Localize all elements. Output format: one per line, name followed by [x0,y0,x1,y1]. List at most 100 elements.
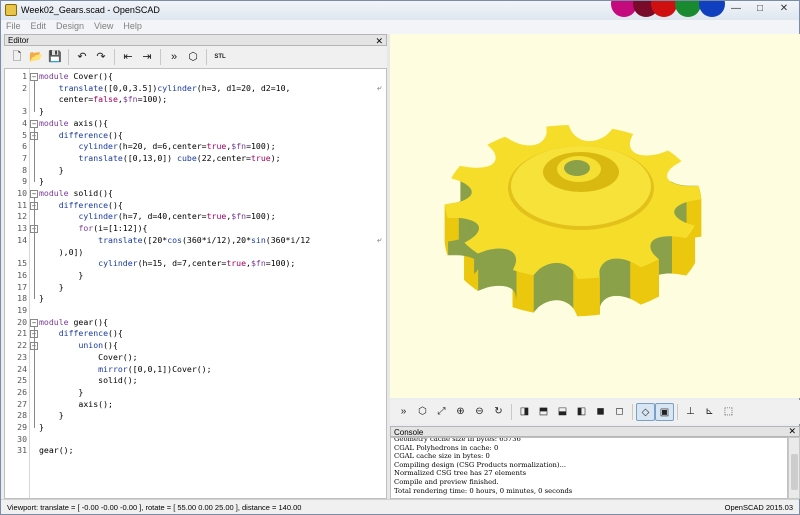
code-line[interactable]: translate([0,13,0]) cube(22,center=true)… [39,153,280,163]
menu-edit[interactable]: Edit [26,20,52,32]
render-icon[interactable]: ⬡ [413,403,432,421]
code-line[interactable]: difference(){ [39,200,123,210]
toolbar-separator [114,49,115,65]
preview-icon[interactable]: » [165,48,183,66]
redo-icon[interactable]: ↷ [92,48,110,66]
line-number: 9 [22,176,27,187]
code-line[interactable]: difference(){ [39,328,123,338]
show-scale-icon[interactable]: ⊾ [700,403,719,421]
viewer-toolbar: » ⬡ ⤢ ⊕ ⊖ ↻ ◨ ⬒ ⬓ ◧ ◼ ◻ ◇ ▣ ⊥ ⊾ ⬚ [390,400,800,424]
code-line[interactable]: translate([20*cos(360*i/12),20*sin(360*i… [39,235,310,245]
code-line[interactable]: gear(); [39,445,74,455]
code-line[interactable]: Cover(); [39,352,137,362]
code-line[interactable]: center=false,$fn=100); [39,94,168,104]
code-line[interactable]: module axis(){ [39,118,108,128]
code-line[interactable]: union(){ [39,340,117,350]
view-all-icon[interactable]: ⤢ [432,403,451,421]
code-line[interactable]: module Cover(){ [39,71,113,81]
gear-side-face [577,278,580,317]
decor-ball [699,1,725,17]
code-line[interactable]: module solid(){ [39,188,113,198]
console-output[interactable]: Geometry cache size in bytes: 65736 CGAL … [390,437,788,499]
undo-icon[interactable]: ↶ [73,48,91,66]
fold-toggle-icon[interactable]: − [30,190,38,198]
code-line[interactable]: } [39,165,64,175]
fold-toggle-icon[interactable]: − [30,73,38,81]
code-line[interactable]: module gear(){ [39,317,108,327]
unindent-icon[interactable]: ⇤ [119,48,137,66]
gear-side-face [691,198,702,239]
code-line[interactable]: } [39,422,44,432]
code-line[interactable]: } [39,293,44,303]
minimize-button[interactable]: — [725,2,747,16]
app-window: Week02_Gears.scad - OpenSCAD — □ ✕ File E… [0,0,800,515]
editor-close-icon[interactable]: ✕ [375,35,383,47]
title-bar[interactable]: Week02_Gears.scad - OpenSCAD — □ ✕ [1,1,799,20]
3d-viewport[interactable] [390,34,800,398]
line-number: 21 [17,328,27,339]
menu-help[interactable]: Help [118,20,147,32]
code-line[interactable]: cylinder(h=20, d=6,center=true,$fn=100); [39,141,275,151]
preview-icon[interactable]: » [394,403,413,421]
code-line[interactable]: axis(); [39,399,113,409]
console-line: CGAL cache size in bytes: 0 [394,452,490,461]
zoom-out-icon[interactable]: ⊖ [470,403,489,421]
reset-view-icon[interactable]: ↻ [489,403,508,421]
code-line[interactable]: for(i=[1:12]){ [39,223,147,233]
code-line[interactable]: } [39,410,64,420]
line-number: 11 [17,199,27,210]
save-file-icon[interactable]: 💾 [46,48,64,66]
new-file-icon[interactable]: 🗋 [8,48,26,66]
scroll-thumb[interactable] [791,454,798,490]
line-number: 23 [17,351,27,362]
gear-side-face [590,277,594,316]
code-line[interactable]: cylinder(h=7, d=40,center=true,$fn=100); [39,211,275,221]
zoom-in-icon[interactable]: ⊕ [451,403,470,421]
console-scrollbar[interactable] [788,437,800,499]
code-line[interactable]: ),0]) [39,247,84,257]
code-line[interactable]: difference(){ [39,130,123,140]
console-close-icon[interactable]: ✕ [788,426,796,437]
indent-icon[interactable]: ⇥ [138,48,156,66]
code-line[interactable]: solid(); [39,375,137,385]
code-line[interactable]: } [39,106,44,116]
line-number: 1 [22,71,27,81]
maximize-button[interactable]: □ [749,2,771,16]
code-line[interactable]: } [39,176,44,186]
code-line[interactable]: } [39,387,83,397]
open-file-icon[interactable]: 📂 [27,48,45,66]
line-number: 28 [17,410,27,421]
code-line[interactable]: translate([0,0,3.5])cylinder(h=3, d1=20,… [39,83,291,93]
perspective-icon[interactable]: ◇ [636,403,655,421]
code-line[interactable]: cylinder(h=15, d=7,center=true,$fn=100); [39,258,295,268]
view-left-icon[interactable]: ◧ [572,403,591,421]
view-bottom-icon[interactable]: ⬓ [553,403,572,421]
view-front-icon[interactable]: ◼ [591,403,610,421]
render-icon[interactable]: ⬡ [184,48,202,66]
close-button[interactable]: ✕ [773,2,795,16]
fold-toggle-icon[interactable]: − [30,318,38,327]
export-stl-icon[interactable]: STL [211,48,229,66]
window-title: Week02_Gears.scad - OpenSCAD [21,5,160,15]
code-editor[interactable]: 1− module Cover(){2 translate([0,0,3.5])c… [4,68,387,499]
code-line[interactable]: } [39,282,64,292]
menu-view[interactable]: View [89,20,118,32]
gear-axle-hole [564,160,590,176]
gear-side-face [518,271,522,310]
code-line[interactable]: mirror([0,0,1])Cover(); [39,364,211,374]
show-axes-icon[interactable]: ⊥ [681,403,700,421]
view-back-icon[interactable]: ◻ [610,403,629,421]
menu-file[interactable]: File [1,20,26,32]
show-edges-icon[interactable]: ⬚ [719,403,738,421]
editor-title: Editor [8,36,29,45]
line-number: 27 [17,398,27,409]
gear-side-face [626,259,631,299]
view-right-icon[interactable]: ◨ [515,403,534,421]
app-icon [5,4,17,16]
fold-toggle-icon[interactable]: − [30,119,38,128]
view-top-icon[interactable]: ⬒ [534,403,553,421]
menu-design[interactable]: Design [51,20,89,32]
line-number: 26 [17,386,27,397]
orthogonal-icon[interactable]: ▣ [655,403,674,421]
code-line[interactable]: } [39,270,83,280]
